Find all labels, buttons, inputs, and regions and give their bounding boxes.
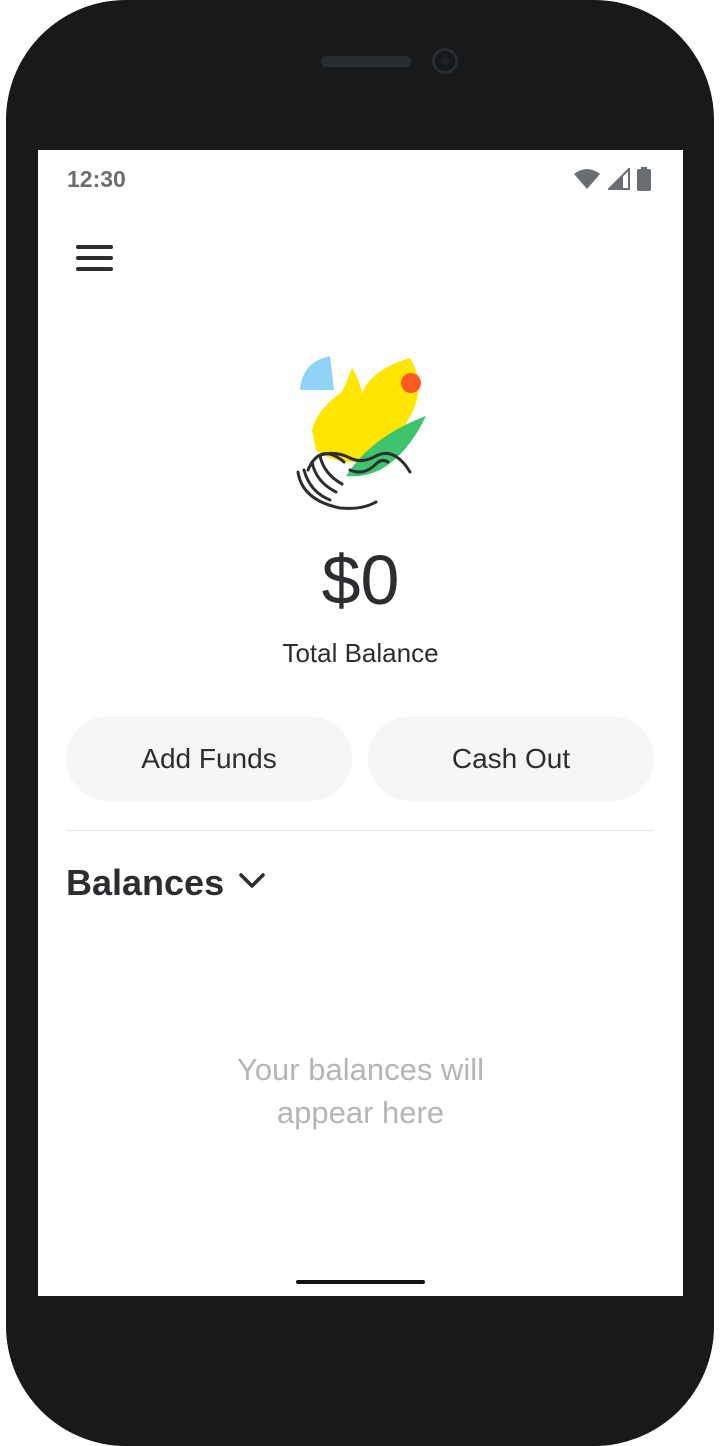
- bird-hand-illustration: [290, 350, 430, 510]
- menu-line: [76, 267, 113, 271]
- hamburger-menu-icon[interactable]: [70, 238, 118, 278]
- status-icons: [573, 166, 651, 196]
- phone-camera: [432, 48, 458, 74]
- signal-icon: [606, 166, 630, 195]
- balances-empty-state: Your balances will appear here: [38, 1048, 683, 1134]
- empty-state-line-2: appear here: [276, 1095, 445, 1130]
- section-divider: [66, 830, 654, 831]
- chevron-down-icon: [238, 872, 266, 895]
- total-balance-label: Total Balance: [282, 638, 439, 668]
- cash-out-button[interactable]: Cash Out: [368, 716, 654, 801]
- status-time: 12:30: [67, 166, 126, 192]
- home-indicator[interactable]: [296, 1280, 425, 1284]
- total-balance-amount: $0: [321, 541, 400, 619]
- wifi-icon: [573, 168, 601, 195]
- empty-state-line-1: Your balances will: [236, 1052, 484, 1087]
- phone-speaker: [321, 56, 411, 67]
- menu-line: [76, 256, 113, 260]
- add-funds-button[interactable]: Add Funds: [66, 716, 352, 801]
- balances-title: Balances: [66, 862, 225, 903]
- app-screen: 12:30 $0 Total Balance Add Funds Cash Ou…: [38, 150, 683, 1296]
- battery-icon: [637, 167, 651, 196]
- status-bar: 12:30: [38, 150, 683, 208]
- menu-line: [76, 245, 113, 249]
- balances-dropdown[interactable]: Balances: [66, 862, 266, 904]
